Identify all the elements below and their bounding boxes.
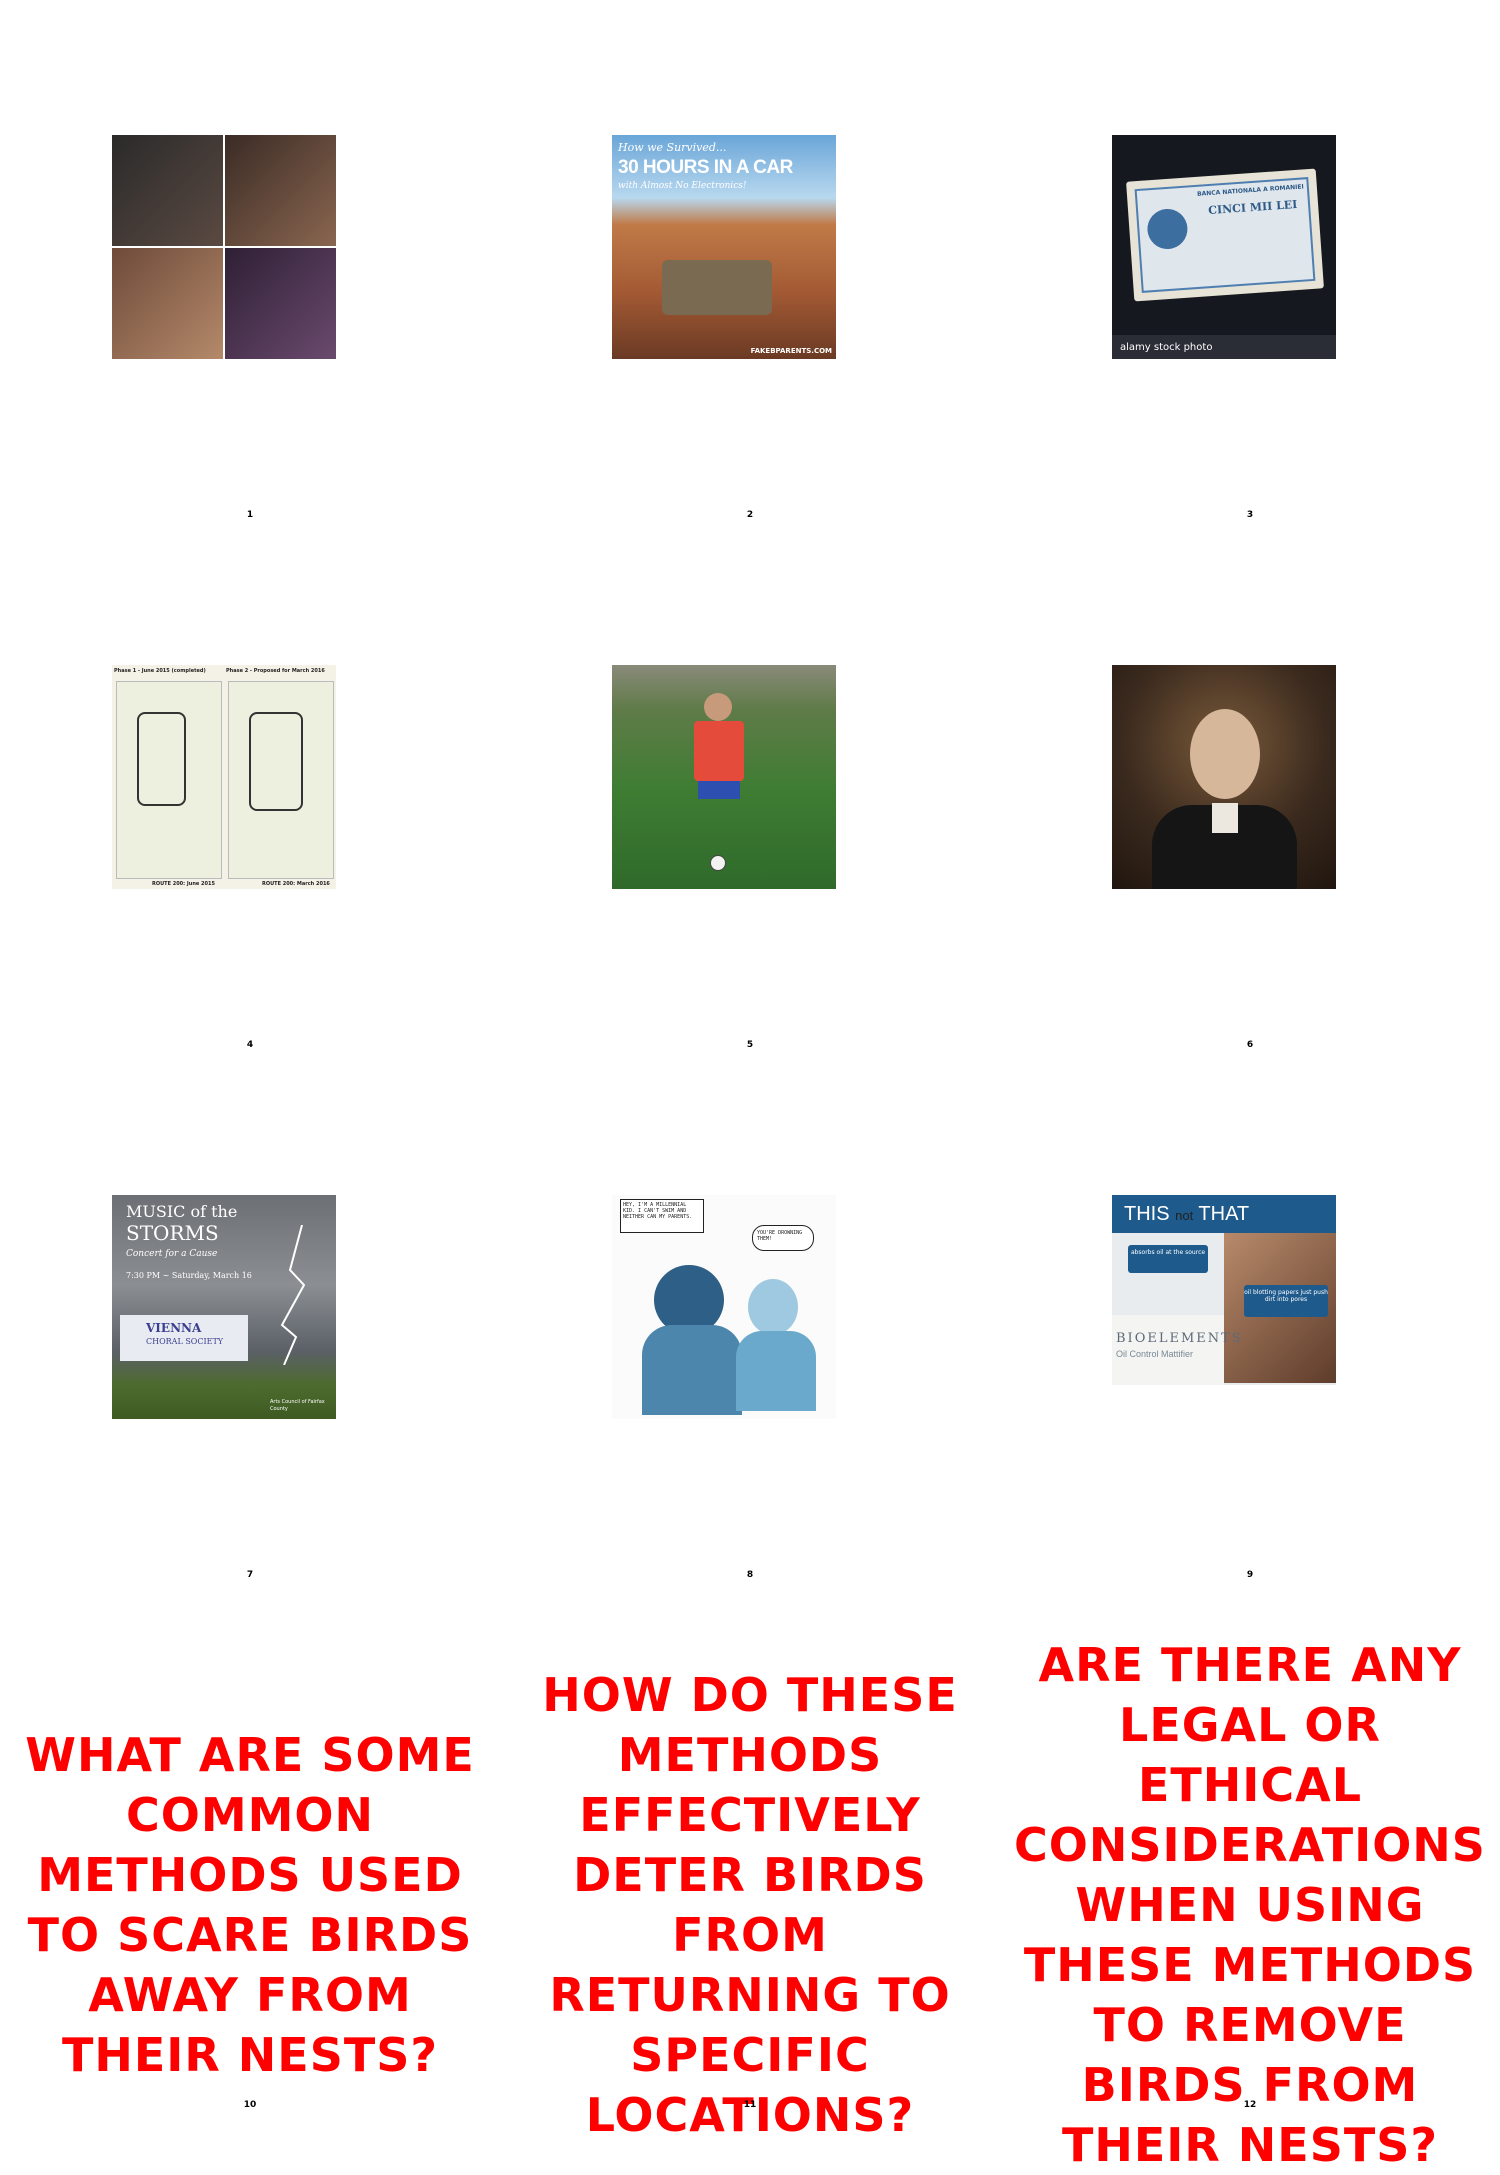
car-shape xyxy=(662,260,772,315)
route-map-image: Phase 1 - June 2015 (completed) Phase 2 … xyxy=(112,665,336,889)
road-trip-image: How we Survived... 30 HOURS IN A CAR wit… xyxy=(612,135,836,359)
grid-cell-3: BANCA NATIONALA A ROMANIEI CINCI MII LEI… xyxy=(1000,0,1500,530)
grid-cell-1: 1 xyxy=(0,0,500,530)
poster-line3: Concert for a Cause xyxy=(126,1249,218,1259)
portrait-painting-image xyxy=(1112,665,1336,889)
caption: 8 xyxy=(746,1570,754,1580)
grid-cell-5: 5 xyxy=(500,530,1000,1060)
poster-org-box: VIENNA CHORAL SOCIETY xyxy=(120,1315,248,1361)
speech-bubble-right: YOU'RE DROWNING THEM! xyxy=(752,1225,814,1251)
caption: 12 xyxy=(1243,2100,1257,2110)
caption: 1 xyxy=(246,510,254,520)
ad-footer xyxy=(1112,1385,1336,1419)
comic-sketch-image: HEY, I'M A MILLENNIAL KID. I CAN'T SWIM … xyxy=(612,1195,836,1419)
photo-collage-image xyxy=(112,135,336,359)
grid-cell-6: 6 xyxy=(1000,530,1500,1060)
banknote-image: BANCA NATIONALA A ROMANIEI CINCI MII LEI… xyxy=(1112,135,1336,359)
ad-title: THIS not THAT xyxy=(1124,1203,1249,1226)
poster-footer: Arts Council of Fairfax County xyxy=(270,1399,325,1412)
figure-right xyxy=(748,1279,798,1335)
map-right-panel xyxy=(228,681,334,879)
poster-org1: VIENNA xyxy=(146,1321,202,1335)
grid-cell-10: WHAT ARE SOME COMMON METHODS USED TO SCA… xyxy=(0,1590,500,2120)
caption: 5 xyxy=(746,1040,754,1050)
overlay-line1: How we Survived... xyxy=(618,141,727,154)
caption: 4 xyxy=(246,1040,254,1050)
question-text: WHAT ARE SOME COMMON METHODS USED TO SCA… xyxy=(25,1728,475,2082)
caption: 7 xyxy=(246,1570,254,1580)
ad-title-c: THAT xyxy=(1198,1203,1250,1225)
player-shorts xyxy=(698,781,740,799)
caption: 2 xyxy=(746,510,754,520)
stock-footer-text: alamy stock photo xyxy=(1120,342,1213,353)
caption: 10 xyxy=(243,2100,257,2110)
grid-cell-12: ARE THERE ANY LEGAL OR ETHICAL CONSIDERA… xyxy=(1000,1590,1500,2172)
portrait-face xyxy=(1190,709,1260,799)
map-right-footer: ROUTE 200: March 2016 xyxy=(262,881,330,887)
overlay-credit: FAKEBPARENTS.COM xyxy=(750,347,832,355)
skincare-ad-image: THIS not THAT absorbs oil at the source … xyxy=(1112,1195,1336,1419)
banknote-shape: BANCA NATIONALA A ROMANIEI CINCI MII LEI xyxy=(1126,168,1324,302)
map-left-title: Phase 1 - June 2015 (completed) xyxy=(114,668,206,674)
caption: 3 xyxy=(1246,510,1254,520)
figure-right-body xyxy=(736,1331,816,1411)
ad-product: Oil Control Mattifier xyxy=(1116,1349,1194,1359)
question-text: HOW DO THESE METHODS EFFECTIVELY DETER B… xyxy=(542,1668,958,2142)
soccer-player-image xyxy=(612,665,836,889)
map-right-title: Phase 2 - Proposed for March 2016 xyxy=(226,668,325,674)
map-left-footer: ROUTE 200: June 2015 xyxy=(152,881,215,887)
ad-badge-1: absorbs oil at the source xyxy=(1128,1245,1208,1273)
ad-jar: BIOELEMENTS Oil Control Mattifier xyxy=(1112,1315,1241,1385)
figure-left-body xyxy=(642,1325,742,1415)
poster-line4: 7:30 PM ~ Saturday, March 16 xyxy=(126,1271,252,1280)
caption: 11 xyxy=(743,2100,757,2110)
grid-cell-7: MUSIC of the STORMS Concert for a Cause … xyxy=(0,1060,500,1590)
question-text: ARE THERE ANY LEGAL OR ETHICAL CONSIDERA… xyxy=(1014,1638,1486,2172)
grid-cell-9: THIS not THAT absorbs oil at the source … xyxy=(1000,1060,1500,1590)
ad-badge-2: oil blotting papers just push dirt into … xyxy=(1244,1285,1328,1317)
caption: 6 xyxy=(1246,1040,1254,1050)
poster-line2: STORMS xyxy=(126,1221,219,1245)
caption: 9 xyxy=(1246,1570,1254,1580)
ad-title-b: not xyxy=(1175,1208,1194,1223)
overlay-line2: 30 HOURS IN A CAR xyxy=(618,157,793,178)
map-left-panel xyxy=(116,681,222,879)
poster-org2: CHORAL SOCIETY xyxy=(146,1337,224,1346)
ball xyxy=(710,855,726,871)
grid-cell-11: HOW DO THESE METHODS EFFECTIVELY DETER B… xyxy=(500,1590,1000,2142)
concert-poster-image: MUSIC of the STORMS Concert for a Cause … xyxy=(112,1195,336,1419)
ad-title-a: THIS xyxy=(1124,1203,1170,1225)
overlay-line3: with Almost No Electronics! xyxy=(618,181,747,191)
grid-cell-8: HEY, I'M A MILLENNIAL KID. I CAN'T SWIM … xyxy=(500,1060,1000,1590)
portrait-collar xyxy=(1212,803,1238,833)
ad-brand: BIOELEMENTS xyxy=(1116,1331,1243,1346)
player-bib xyxy=(694,721,744,781)
lightning-icon xyxy=(280,1225,306,1365)
player-head xyxy=(704,693,732,721)
poster-line1: MUSIC of the xyxy=(126,1202,238,1221)
grid-cell-2: How we Survived... 30 HOURS IN A CAR wit… xyxy=(500,0,1000,530)
grid-cell-4: Phase 1 - June 2015 (completed) Phase 2 … xyxy=(0,530,500,1060)
speech-bubble-left: HEY, I'M A MILLENNIAL KID. I CAN'T SWIM … xyxy=(620,1199,704,1233)
